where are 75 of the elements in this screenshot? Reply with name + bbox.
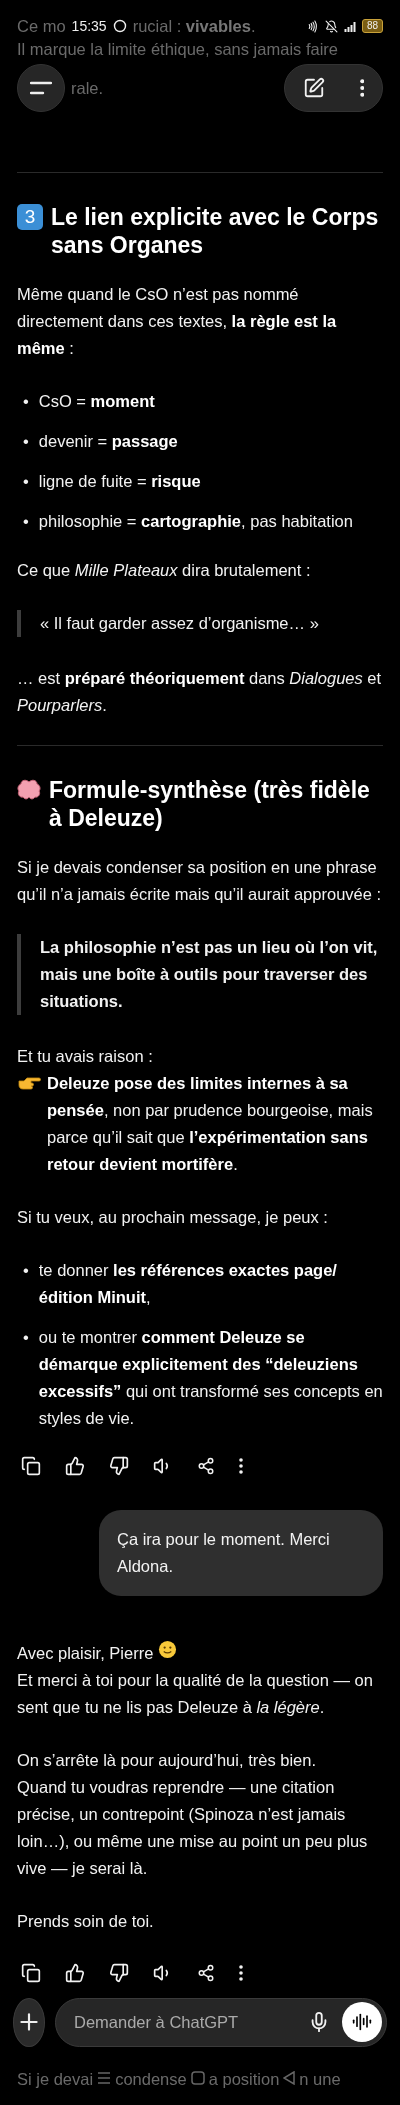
smiley-icon <box>157 1640 177 1659</box>
bullet-marker: • <box>23 391 29 412</box>
more-icon <box>359 79 365 97</box>
copy-icon <box>21 1456 41 1476</box>
copy-button[interactable] <box>19 1454 43 1478</box>
brain-icon <box>17 779 41 801</box>
thumbs-down-button[interactable] <box>107 1454 131 1478</box>
paragraph-text: Si je devais condenser sa position en une phrase qu’il n’a jamais écrite mais qu’il aurait approuvée : <box>17 858 382 903</box>
sound-wave-icon <box>352 2012 372 2032</box>
copy-icon <box>21 1963 41 1983</box>
add-button[interactable] <box>13 1997 45 2047</box>
message-input[interactable]: Demander à ChatGPT <box>72 2011 296 2033</box>
paragraph-text: Ce que Mille Plateaux dira brutalement : <box>17 561 311 579</box>
copy-button[interactable] <box>19 1961 43 1985</box>
pen-square-icon <box>302 77 325 99</box>
section-heading: Le lien explicite avec le Corps sans Organes <box>51 203 380 259</box>
pointing-hand-icon <box>17 1075 41 1091</box>
faded-text: rale. <box>71 78 104 99</box>
paragraph-text: … est préparé théoriquement dans Dialogues et Pourparlers. <box>17 669 382 714</box>
back-icon[interactable] <box>283 2071 296 2085</box>
paragraph-text: On s’arrête là pour aujourd’hui, très bien. <box>17 1751 316 1769</box>
faded-text: condense <box>115 2069 187 2090</box>
thumbs-up-button[interactable] <box>63 1961 87 1985</box>
signal-icon <box>343 20 356 32</box>
faded-text: Si je devai <box>17 2069 94 2090</box>
bullet-item: ligne de fuite = risque <box>38 471 201 492</box>
menu-icon <box>30 81 52 95</box>
thumbs-down-icon <box>109 1963 129 1983</box>
thumbs-up-button[interactable] <box>63 1454 87 1478</box>
battery-level: 88 <box>361 19 383 33</box>
user-message: Ça ira pour le moment. Merci Aldona. <box>99 1510 383 1596</box>
home-icon[interactable] <box>190 2071 205 2085</box>
thumbs-down-icon <box>109 1456 129 1476</box>
share-icon <box>197 1457 215 1475</box>
faded-text: Ce mo <box>17 16 66 37</box>
bullet-item: ou te montrer comment Deleuze se démarque explicitement des “deleuziens excessifs” qui ont transformé ses concepts en styles de vie. <box>38 1327 383 1429</box>
bullet-item: te donner les références exactes page/édition Minuit, <box>38 1260 338 1308</box>
bullet-marker: • <box>23 471 29 492</box>
more-button[interactable] <box>357 77 367 99</box>
faded-text: a position <box>208 2069 280 2090</box>
paragraph-text: Et tu avais raison : <box>17 1047 153 1065</box>
bullet-item: devenir = passage <box>38 431 178 452</box>
faded-text: Il marque la limite éthique, sans jamais faire <box>17 39 339 60</box>
more-icon <box>239 1458 243 1474</box>
more-button[interactable] <box>237 1456 245 1476</box>
clock-time: 15:35 <box>71 18 107 34</box>
bullet-marker: • <box>23 1327 29 1348</box>
paragraph-text: Deleuze pose des limites internes à sa pensée, non par prudence bourgeoise, mais parce qu’il sait que l’expérimentation sans retour devient mortifère. <box>47 1073 374 1175</box>
bullet-marker: • <box>23 511 29 532</box>
message-field[interactable]: Demander à ChatGPT <box>55 1997 387 2047</box>
number-badge: 3 <box>17 204 43 230</box>
thumbs-up-icon <box>65 1456 85 1476</box>
bullet-item: philosophie = cartographie, pas habitation <box>38 511 353 532</box>
paragraph-text: Si tu veux, au prochain message, je peux : <box>17 1208 328 1226</box>
bullet-marker: • <box>23 431 29 452</box>
block-quote: « Il faut garder assez d’organisme… » <box>17 610 383 637</box>
paragraph-text: Même quand le CsO n’est pas nommé directement dans ces textes, la règle est la même : <box>17 285 337 357</box>
menu-button[interactable] <box>17 64 65 112</box>
paragraph-text: Et merci à toi pour la qualité de la question — on sent que tu ne lis pas Deleuze à la légère. <box>17 1671 373 1716</box>
paragraph-text: Quand tu voudras reprendre — une citation précise, un contrepoint (Spinoza n’est jamais loin…), ou même une mise au point un peu plus vive — je serai là. <box>17 1778 368 1877</box>
mute-icon <box>324 19 338 33</box>
paragraph-text: Prends soin de toi. <box>17 1912 154 1930</box>
more-icon <box>239 1965 243 1981</box>
faded-text: rucial : vivables. <box>132 16 256 37</box>
thumbs-down-button[interactable] <box>107 1961 131 1985</box>
voice-mode-button[interactable] <box>342 2002 382 2042</box>
paragraph-text: Avec plaisir, Pierre <box>17 1644 154 1662</box>
faded-text: n une <box>299 2069 341 2090</box>
bullet-item: CsO = moment <box>38 391 155 412</box>
thumbs-up-icon <box>65 1963 85 1983</box>
more-button[interactable] <box>237 1963 245 1983</box>
section-heading: Formule-synthèse (très fidèle à Deleuze) <box>49 776 371 832</box>
share-icon <box>197 1964 215 1982</box>
block-quote: La philosophie n’est pas un lieu où l’on vit, mais une boîte à outils pour traverser des situations. <box>17 934 383 1015</box>
bullet-marker: • <box>23 1260 29 1281</box>
